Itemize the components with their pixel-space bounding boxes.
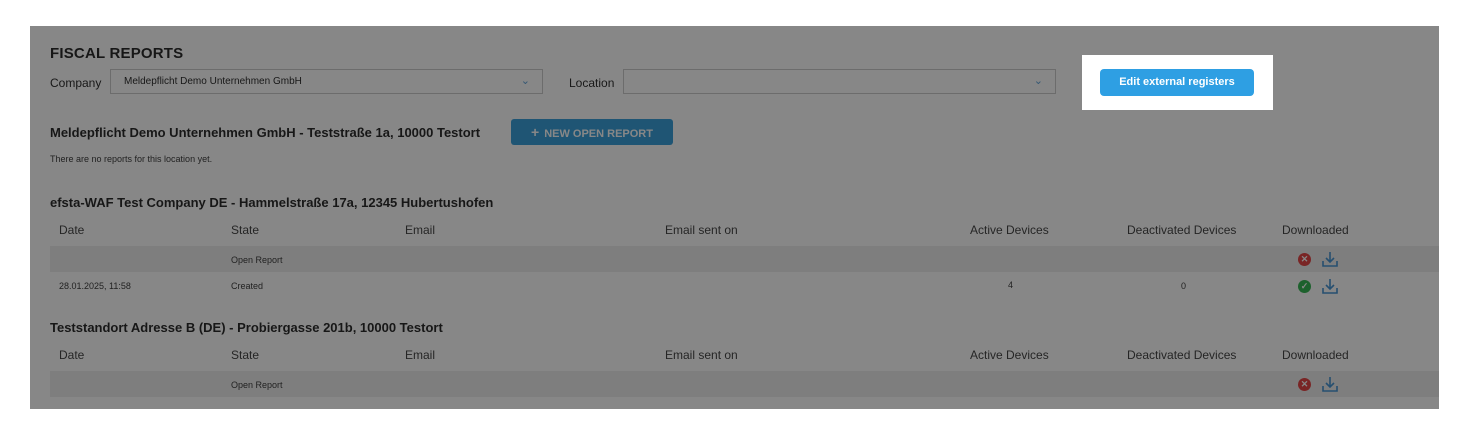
- x-circle-icon: ✕: [1298, 378, 1311, 391]
- column-state: State: [231, 223, 260, 237]
- location-select[interactable]: ⌄: [623, 69, 1056, 94]
- download-icon[interactable]: [1320, 374, 1340, 394]
- column-active-devices: Active Devices: [970, 348, 1049, 362]
- empty-reports-text: There are no reports for this location y…: [50, 154, 213, 164]
- chevron-down-icon: ⌄: [1033, 75, 1043, 87]
- highlight-spotlight: Edit external registers: [1082, 55, 1273, 110]
- column-state: State: [231, 348, 260, 362]
- row-deactivated-devices: 0: [1181, 281, 1187, 291]
- column-email: Email: [405, 348, 436, 362]
- column-date: Date: [59, 223, 85, 237]
- column-deactivated-devices: Deactivated Devices: [1127, 348, 1237, 362]
- column-email: Email: [405, 223, 436, 237]
- location-heading: efsta-WAF Test Company DE - Hammelstraße…: [50, 195, 494, 210]
- chevron-down-icon: ⌄: [520, 75, 530, 87]
- column-date: Date: [59, 348, 85, 362]
- fiscal-reports-panel: FISCAL REPORTS Company Meldepflicht Demo…: [30, 26, 1439, 409]
- location-heading: Meldepflicht Demo Unternehmen GmbH - Tes…: [50, 125, 481, 140]
- download-icon[interactable]: [1320, 276, 1340, 296]
- plus-icon: +: [531, 124, 540, 140]
- company-select-value: Meldepflicht Demo Unternehmen GmbH: [124, 76, 302, 87]
- location-label: Location: [569, 76, 615, 90]
- row-state: Open Report: [231, 380, 283, 390]
- company-select[interactable]: Meldepflicht Demo Unternehmen GmbH ⌄: [110, 69, 543, 94]
- row-active-devices: 4: [1008, 280, 1014, 290]
- page-title: FISCAL REPORTS: [50, 45, 184, 62]
- row-date: 28.01.2025, 11:58: [59, 281, 131, 291]
- x-circle-icon: ✕: [1298, 253, 1311, 266]
- row-state: Open Report: [231, 255, 283, 265]
- edit-external-registers-button[interactable]: Edit external registers: [1100, 69, 1254, 96]
- check-circle-icon: ✓: [1298, 280, 1311, 293]
- company-label: Company: [50, 76, 102, 90]
- column-active-devices: Active Devices: [970, 223, 1049, 237]
- column-downloaded: Downloaded: [1282, 348, 1349, 362]
- column-email-sent-on: Email sent on: [665, 348, 738, 362]
- new-open-report-label: NEW OPEN REPORT: [544, 128, 653, 140]
- column-email-sent-on: Email sent on: [665, 223, 738, 237]
- column-deactivated-devices: Deactivated Devices: [1127, 223, 1237, 237]
- location-heading: Teststandort Adresse B (DE) - Probiergas…: [50, 320, 443, 335]
- new-open-report-button[interactable]: + NEW OPEN REPORT: [511, 119, 673, 145]
- download-icon[interactable]: [1320, 249, 1340, 269]
- column-downloaded: Downloaded: [1282, 223, 1349, 237]
- row-state: Created: [231, 281, 264, 291]
